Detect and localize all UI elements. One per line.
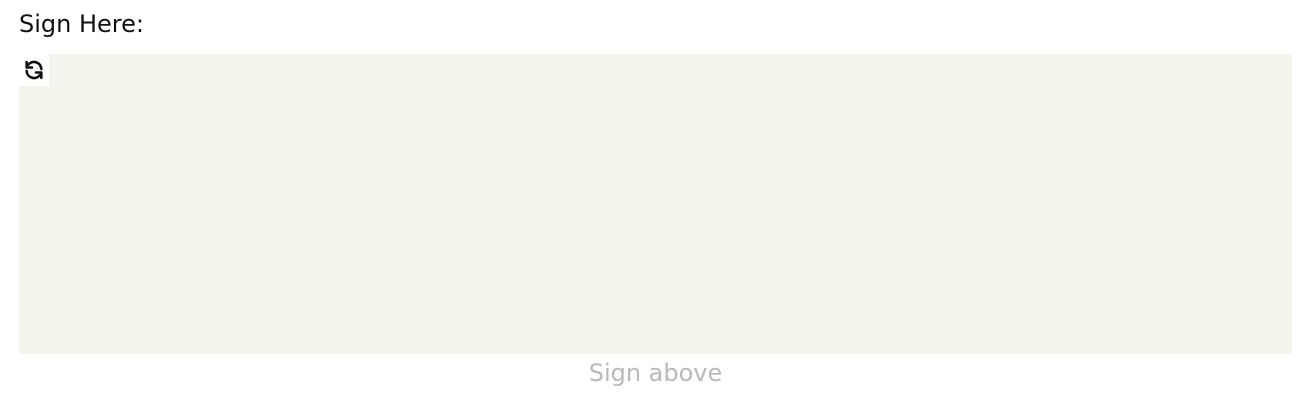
signature-pad[interactable] [19,54,1292,354]
signature-page: Sign Here: Sign above [0,0,1310,401]
refresh-icon [23,59,45,81]
page-title: Sign Here: [19,10,144,38]
sign-above-hint: Sign above [588,359,723,387]
reset-signature-button[interactable] [19,54,49,86]
